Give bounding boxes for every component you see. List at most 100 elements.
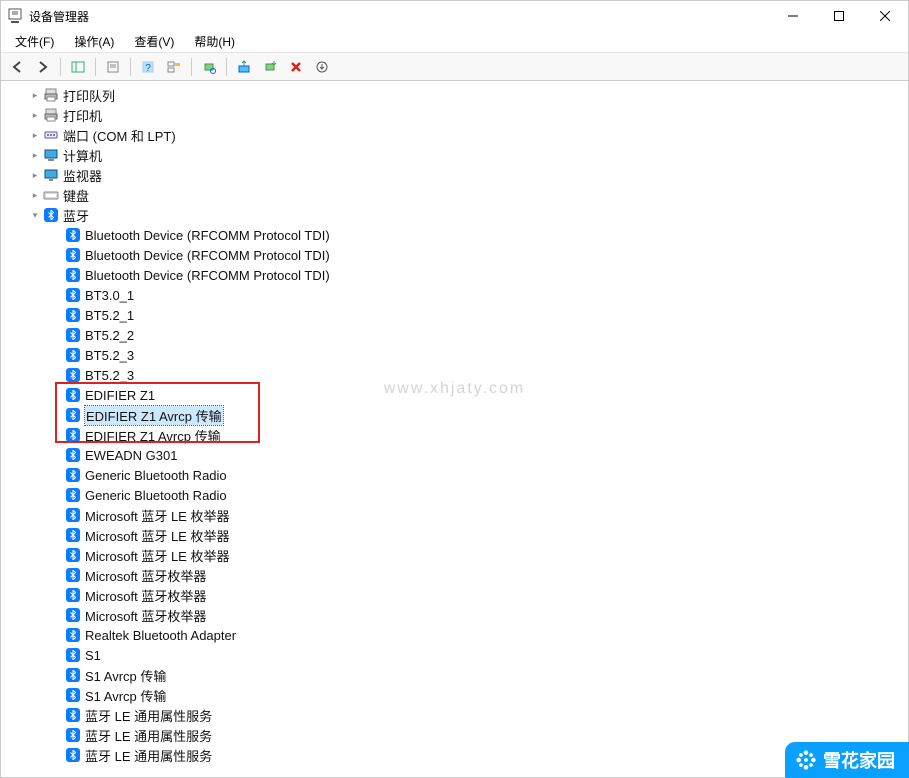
bluetooth-icon bbox=[65, 407, 81, 423]
bluetooth-icon bbox=[43, 207, 59, 223]
tree-item[interactable]: Microsoft 蓝牙枚举器 bbox=[3, 585, 906, 605]
tree-item[interactable]: Bluetooth Device (RFCOMM Protocol TDI) bbox=[3, 225, 906, 245]
scan-changes-button[interactable] bbox=[310, 56, 334, 78]
tree-category[interactable]: ▸键盘 bbox=[3, 185, 906, 205]
tree-item[interactable]: Bluetooth Device (RFCOMM Protocol TDI) bbox=[3, 245, 906, 265]
bluetooth-icon bbox=[65, 227, 81, 243]
tree-item[interactable]: EDIFIER Z1 Avrcp 传输 bbox=[3, 405, 906, 425]
item-label: S1 bbox=[85, 648, 101, 663]
category-label: 打印队列 bbox=[63, 86, 115, 105]
chevron-right-icon[interactable]: ▸ bbox=[27, 87, 43, 103]
no-expander bbox=[49, 407, 65, 423]
chevron-right-icon[interactable]: ▸ bbox=[27, 187, 43, 203]
item-label: S1 Avrcp 传输 bbox=[85, 686, 166, 705]
tree-category[interactable]: ▸监视器 bbox=[3, 165, 906, 185]
menu-action[interactable]: 操作(A) bbox=[64, 31, 124, 52]
no-expander bbox=[49, 427, 65, 443]
tree-category[interactable]: ▸计算机 bbox=[3, 145, 906, 165]
bluetooth-icon bbox=[65, 367, 81, 383]
toolbar-separator bbox=[95, 58, 96, 76]
tree-item[interactable]: Realtek Bluetooth Adapter bbox=[3, 625, 906, 645]
chevron-right-icon[interactable]: ▸ bbox=[27, 147, 43, 163]
help-button[interactable]: ? bbox=[136, 56, 160, 78]
tree-item[interactable]: EDIFIER Z1 bbox=[3, 385, 906, 405]
item-label: 蓝牙 LE 通用属性服务 bbox=[85, 746, 212, 765]
no-expander bbox=[49, 387, 65, 403]
tree-item[interactable]: S1 Avrcp 传输 bbox=[3, 685, 906, 705]
view-mode-button[interactable] bbox=[162, 56, 186, 78]
menu-view[interactable]: 查看(V) bbox=[124, 31, 184, 52]
item-label: Bluetooth Device (RFCOMM Protocol TDI) bbox=[85, 228, 330, 243]
bluetooth-icon bbox=[65, 727, 81, 743]
bluetooth-icon bbox=[65, 487, 81, 503]
menu-file[interactable]: 文件(F) bbox=[5, 31, 64, 52]
tree-item[interactable]: BT5.2_1 bbox=[3, 305, 906, 325]
device-manager-window: 设备管理器 文件(F) 操作(A) 查看(V) 帮助(H) ? ▸打印队列▸打印… bbox=[0, 0, 909, 778]
no-expander bbox=[49, 627, 65, 643]
bluetooth-icon bbox=[65, 327, 81, 343]
tree-item[interactable]: BT5.2_3 bbox=[3, 345, 906, 365]
close-button[interactable] bbox=[862, 1, 908, 31]
bluetooth-icon bbox=[65, 267, 81, 283]
update-driver-button[interactable] bbox=[232, 56, 256, 78]
chevron-right-icon[interactable]: ▸ bbox=[27, 107, 43, 123]
scan-hardware-button[interactable] bbox=[197, 56, 221, 78]
svg-text:?: ? bbox=[145, 63, 151, 74]
item-label: EDIFIER Z1 Avrcp 传输 bbox=[85, 406, 223, 425]
no-expander bbox=[49, 327, 65, 343]
app-icon bbox=[7, 8, 23, 24]
tree-item[interactable]: EWEADN G301 bbox=[3, 445, 906, 465]
tree-category[interactable]: ▸ 打印队列 bbox=[3, 85, 906, 105]
bluetooth-icon bbox=[65, 307, 81, 323]
device-tree[interactable]: ▸ 打印队列 ▸ 打印机▸端口 (COM 和 LPT)▸计算机▸监视器▸键盘▾蓝牙 Bl… bbox=[1, 81, 908, 777]
tree-item[interactable]: Generic Bluetooth Radio bbox=[3, 485, 906, 505]
chevron-right-icon[interactable]: ▸ bbox=[27, 127, 43, 143]
bluetooth-icon bbox=[65, 527, 81, 543]
monitor-icon bbox=[43, 167, 59, 183]
tree-item[interactable]: Bluetooth Device (RFCOMM Protocol TDI) bbox=[3, 265, 906, 285]
chevron-down-icon[interactable]: ▾ bbox=[27, 207, 43, 223]
maximize-button[interactable] bbox=[816, 1, 862, 31]
tree-category[interactable]: ▾蓝牙 bbox=[3, 205, 906, 225]
tree-item[interactable]: Microsoft 蓝牙枚举器 bbox=[3, 565, 906, 585]
bluetooth-icon bbox=[65, 707, 81, 723]
tree-item[interactable]: 蓝牙 LE 通用属性服务 bbox=[3, 705, 906, 725]
toolbar-separator bbox=[226, 58, 227, 76]
tree-item[interactable]: BT5.2_2 bbox=[3, 325, 906, 345]
tree-item[interactable]: BT3.0_1 bbox=[3, 285, 906, 305]
back-button[interactable] bbox=[5, 56, 29, 78]
tree-item[interactable]: 蓝牙 LE 通用属性服务 bbox=[3, 745, 906, 765]
tree-item[interactable]: BT5.2_3 bbox=[3, 365, 906, 385]
category-label: 打印机 bbox=[63, 106, 102, 125]
no-expander bbox=[49, 547, 65, 563]
chevron-right-icon[interactable]: ▸ bbox=[27, 167, 43, 183]
tree-item[interactable]: S1 bbox=[3, 645, 906, 665]
enable-device-button[interactable] bbox=[258, 56, 282, 78]
tree-item[interactable]: Microsoft 蓝牙 LE 枚举器 bbox=[3, 525, 906, 545]
tree-item[interactable]: Microsoft 蓝牙枚举器 bbox=[3, 605, 906, 625]
item-label: BT3.0_1 bbox=[85, 288, 134, 303]
no-expander bbox=[49, 527, 65, 543]
tree-item[interactable]: 蓝牙 LE 通用属性服务 bbox=[3, 725, 906, 745]
item-label: S1 Avrcp 传输 bbox=[85, 666, 166, 685]
tree-item[interactable]: Generic Bluetooth Radio bbox=[3, 465, 906, 485]
show-hide-tree-button[interactable] bbox=[66, 56, 90, 78]
tree-category[interactable]: ▸端口 (COM 和 LPT) bbox=[3, 125, 906, 145]
properties-button[interactable] bbox=[101, 56, 125, 78]
item-label: Microsoft 蓝牙 LE 枚举器 bbox=[85, 506, 229, 525]
tree-item[interactable]: Microsoft 蓝牙 LE 枚举器 bbox=[3, 545, 906, 565]
tree-item[interactable]: Microsoft 蓝牙 LE 枚举器 bbox=[3, 505, 906, 525]
item-label: Generic Bluetooth Radio bbox=[85, 488, 227, 503]
no-expander bbox=[49, 347, 65, 363]
forward-button[interactable] bbox=[31, 56, 55, 78]
minimize-button[interactable] bbox=[770, 1, 816, 31]
uninstall-device-button[interactable] bbox=[284, 56, 308, 78]
no-expander bbox=[49, 587, 65, 603]
bluetooth-icon bbox=[65, 647, 81, 663]
item-label: BT5.2_1 bbox=[85, 308, 134, 323]
tree-item[interactable]: S1 Avrcp 传输 bbox=[3, 665, 906, 685]
menu-help[interactable]: 帮助(H) bbox=[184, 31, 245, 52]
tree-item[interactable]: EDIFIER Z1 Avrcp 传输 bbox=[3, 425, 906, 445]
no-expander bbox=[49, 227, 65, 243]
tree-category[interactable]: ▸ 打印机 bbox=[3, 105, 906, 125]
